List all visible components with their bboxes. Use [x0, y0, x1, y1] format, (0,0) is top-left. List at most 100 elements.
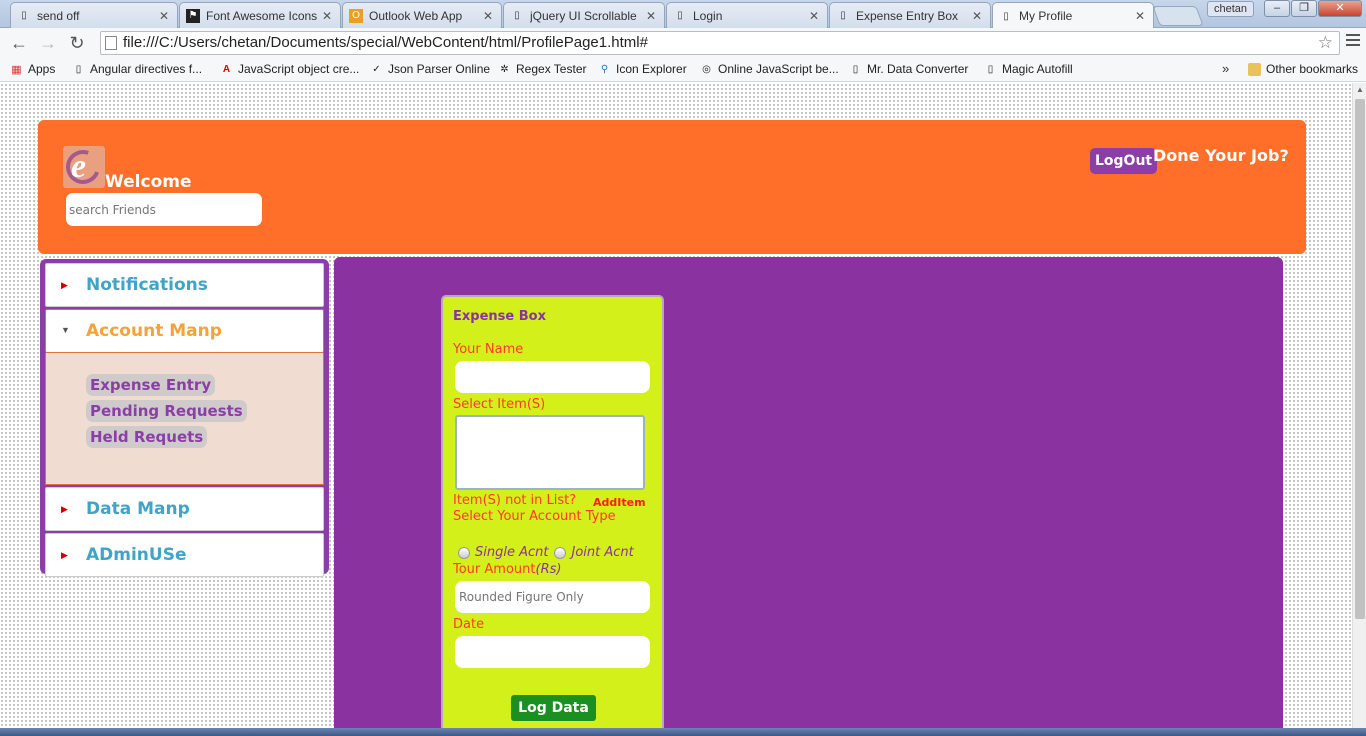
- accordion-title: Account Manp: [86, 321, 222, 341]
- close-icon[interactable]: ✕: [972, 9, 982, 23]
- scrollbar-thumb[interactable]: [1355, 99, 1365, 619]
- browser-tab[interactable]: ▯ send off ✕: [10, 2, 178, 28]
- bookmark-star-icon[interactable]: ☆: [1318, 32, 1333, 54]
- expense-entry-link[interactable]: Expense Entry: [86, 374, 216, 396]
- more-bookmarks-chevron-icon[interactable]: »: [1222, 61, 1229, 76]
- add-item-link[interactable]: AddItem: [593, 496, 646, 509]
- tour-amount-input[interactable]: [455, 581, 650, 613]
- bookmark-item[interactable]: ◎ Online JavaScript be...: [700, 62, 839, 76]
- bookmark-label: Mr. Data Converter: [867, 62, 969, 76]
- triangle-right-icon: ▶: [61, 504, 68, 514]
- bookmark-item[interactable]: ▯ Magic Autofill: [984, 62, 1073, 76]
- page-scrollbar[interactable]: ▲: [1352, 83, 1366, 736]
- bookmark-item[interactable]: ▯ Angular directives f...: [72, 62, 202, 76]
- bookmark-label: JavaScript object cre...: [238, 62, 360, 76]
- accordion-header-notifications[interactable]: ▶ Notifications: [45, 263, 324, 307]
- done-your-job-text: Done Your Job?: [1153, 146, 1289, 165]
- regex-icon: ✲: [500, 63, 509, 75]
- tab-label: jQuery UI Scrollable: [530, 8, 637, 23]
- close-icon[interactable]: ✕: [646, 9, 656, 23]
- tour-amount-label: Tour Amount(Rs): [453, 562, 561, 577]
- page-header: e Welcome LogOut Done Your Job?: [38, 120, 1306, 254]
- tab-label: Login: [693, 8, 723, 23]
- bookmark-label: Other bookmarks: [1266, 62, 1359, 76]
- sidebar-accordion: ▶ Notifications ▼ Account Manp Expense E…: [40, 259, 329, 577]
- os-taskbar: [0, 728, 1366, 736]
- log-data-button[interactable]: Log Data: [511, 695, 596, 721]
- accordion-panel-account-manp: Expense Entry Pending Requests Held Requ…: [45, 353, 324, 485]
- single-account-radio[interactable]: [458, 546, 470, 559]
- document-icon: ▯: [677, 10, 683, 21]
- profile-user-badge[interactable]: chetan: [1207, 1, 1255, 17]
- account-type-label: Select Your Account Type: [453, 509, 616, 524]
- accordion-header-account-manp[interactable]: ▼ Account Manp: [45, 309, 324, 353]
- bookmark-label: Regex Tester: [516, 62, 587, 76]
- close-icon[interactable]: ✕: [483, 9, 493, 23]
- triangle-right-icon: ▶: [61, 550, 68, 560]
- select-items-label: Select Item(S): [453, 397, 546, 412]
- adobe-icon: A: [222, 63, 231, 75]
- logo-letter: e: [71, 148, 87, 185]
- close-icon[interactable]: ✕: [809, 9, 819, 23]
- close-icon[interactable]: ✕: [1135, 9, 1145, 23]
- joint-account-label: Joint Acnt: [571, 545, 634, 560]
- bookmark-item[interactable]: ✲ Regex Tester: [498, 62, 586, 76]
- your-name-input[interactable]: [455, 361, 650, 393]
- tab-label: Outlook Web App: [369, 8, 463, 23]
- accordion-header-data-manp[interactable]: ▶ Data Manp: [45, 487, 324, 531]
- browser-tab[interactable]: ▯ jQuery UI Scrollable ✕: [503, 2, 665, 28]
- bookmark-label: Angular directives f...: [90, 62, 203, 76]
- accordion-header-adminuse[interactable]: ▶ ADminUSe: [45, 533, 324, 577]
- back-arrow-icon[interactable]: ←: [8, 32, 30, 54]
- select-items-listbox[interactable]: [455, 415, 645, 490]
- restore-button[interactable]: ❐: [1291, 0, 1317, 17]
- close-icon[interactable]: ✕: [322, 9, 332, 23]
- bookmark-item[interactable]: ✓ Json Parser Online: [370, 62, 490, 76]
- bookmark-label: Apps: [28, 62, 56, 76]
- browser-tab-active[interactable]: ▯ My Profile ✕: [992, 2, 1154, 29]
- tab-label: Font Awesome Icons: [206, 8, 318, 23]
- logout-button[interactable]: LogOut: [1090, 148, 1158, 174]
- close-icon[interactable]: ✕: [159, 9, 169, 23]
- browser-tab[interactable]: ⚑ Font Awesome Icons ✕: [179, 2, 341, 28]
- tour-amount-text: Tour Amount: [453, 562, 536, 577]
- other-bookmarks[interactable]: Other bookmarks: [1248, 62, 1358, 76]
- document-icon: ▯: [840, 10, 846, 21]
- search-friends-input[interactable]: [66, 193, 262, 226]
- address-bar[interactable]: file:///C:/Users/chetan/Documents/specia…: [100, 31, 1340, 55]
- accordion-title: Notifications: [86, 275, 208, 295]
- document-icon: ▯: [21, 10, 27, 21]
- bookmark-label: Icon Explorer: [616, 62, 687, 76]
- browser-tab[interactable]: ▯ Login ✕: [666, 2, 828, 28]
- owl-icon: ◎: [702, 63, 711, 75]
- window-close-button[interactable]: ✕: [1318, 0, 1362, 17]
- browser-tab[interactable]: ▯ Expense Entry Box ✕: [829, 2, 991, 28]
- forward-arrow-icon[interactable]: →: [37, 32, 59, 54]
- held-requests-link[interactable]: Held Requets: [86, 426, 208, 448]
- pending-requests-link[interactable]: Pending Requests: [86, 400, 247, 422]
- expense-box-form: Expense Box Your Name Select Item(S) Ite…: [441, 295, 664, 735]
- new-tab-button[interactable]: [1152, 6, 1204, 26]
- bookmark-item[interactable]: ⚲ Icon Explorer: [598, 62, 687, 76]
- browser-tab[interactable]: O Outlook Web App ✕: [342, 2, 502, 28]
- welcome-text: Welcome: [105, 172, 192, 192]
- bookmark-apps[interactable]: ▦ Apps: [10, 62, 55, 76]
- minimize-button[interactable]: –: [1264, 0, 1290, 17]
- date-input[interactable]: [455, 636, 650, 668]
- bookmark-item[interactable]: ▯ Mr. Data Converter: [849, 62, 969, 76]
- scroll-up-icon[interactable]: ▲: [1356, 85, 1364, 94]
- bookmark-label: Json Parser Online: [388, 62, 491, 76]
- document-icon: ▯: [1003, 10, 1009, 22]
- expense-box-title: Expense Box: [453, 309, 546, 324]
- bookmark-item[interactable]: A JavaScript object cre...: [220, 62, 360, 76]
- main-content-panel: Expense Box Your Name Select Item(S) Ite…: [334, 257, 1283, 736]
- tab-label: send off: [37, 8, 80, 23]
- date-label: Date: [453, 617, 485, 632]
- site-logo: e: [63, 146, 105, 188]
- font-awesome-icon: ⚑: [186, 8, 200, 23]
- menu-icon[interactable]: [1346, 34, 1360, 49]
- folder-icon: [1248, 62, 1261, 76]
- reload-icon[interactable]: ↻: [66, 32, 88, 54]
- tab-label: My Profile: [1019, 9, 1073, 23]
- joint-account-radio[interactable]: [554, 546, 567, 559]
